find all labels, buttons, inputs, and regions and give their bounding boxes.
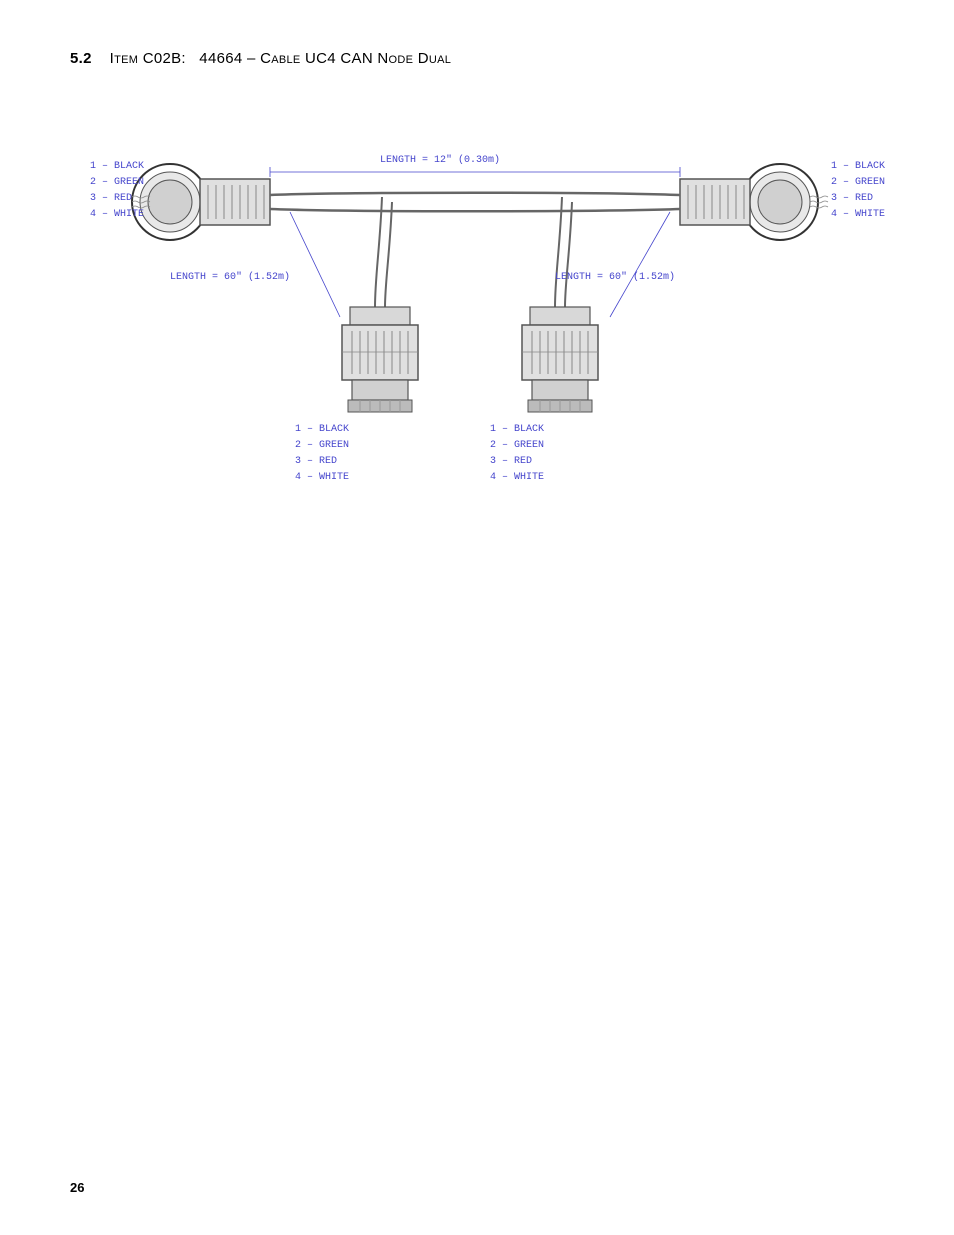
section-number: 5.2 (70, 50, 92, 67)
length-top-label: LENGTH = 12" (0.30m) (380, 155, 500, 166)
section-title: 5.2 Item C02B: 44664 – Cable UC4 CAN Nod… (70, 50, 894, 67)
length-left-label: LENGTH = 60" (1.52m) (170, 272, 290, 283)
left-wire-labels: 1 – BLACK 2 – GREEN 3 – RED 4 – WHITE (90, 159, 144, 223)
bottom-right-wire-labels: 1 – BLACK 2 – GREEN 3 – RED 4 – WHITE (490, 422, 544, 486)
page-number: 26 (70, 1180, 84, 1195)
bottom-left-wire-labels: 1 – BLACK 2 – GREEN 3 – RED 4 – WHITE (295, 422, 349, 486)
length-right-label: LENGTH = 60" (1.52m) (555, 272, 675, 283)
section-item-label: Item C02B: 44664 – Cable UC4 CAN Node Du… (110, 50, 452, 67)
diagram-area: 1 – BLACK 2 – GREEN 3 – RED 4 – WHITE 1 … (70, 97, 890, 517)
page: 5.2 Item C02B: 44664 – Cable UC4 CAN Nod… (0, 0, 954, 1235)
right-wire-labels: 1 – BLACK 2 – GREEN 3 – RED 4 – WHITE (831, 159, 885, 223)
